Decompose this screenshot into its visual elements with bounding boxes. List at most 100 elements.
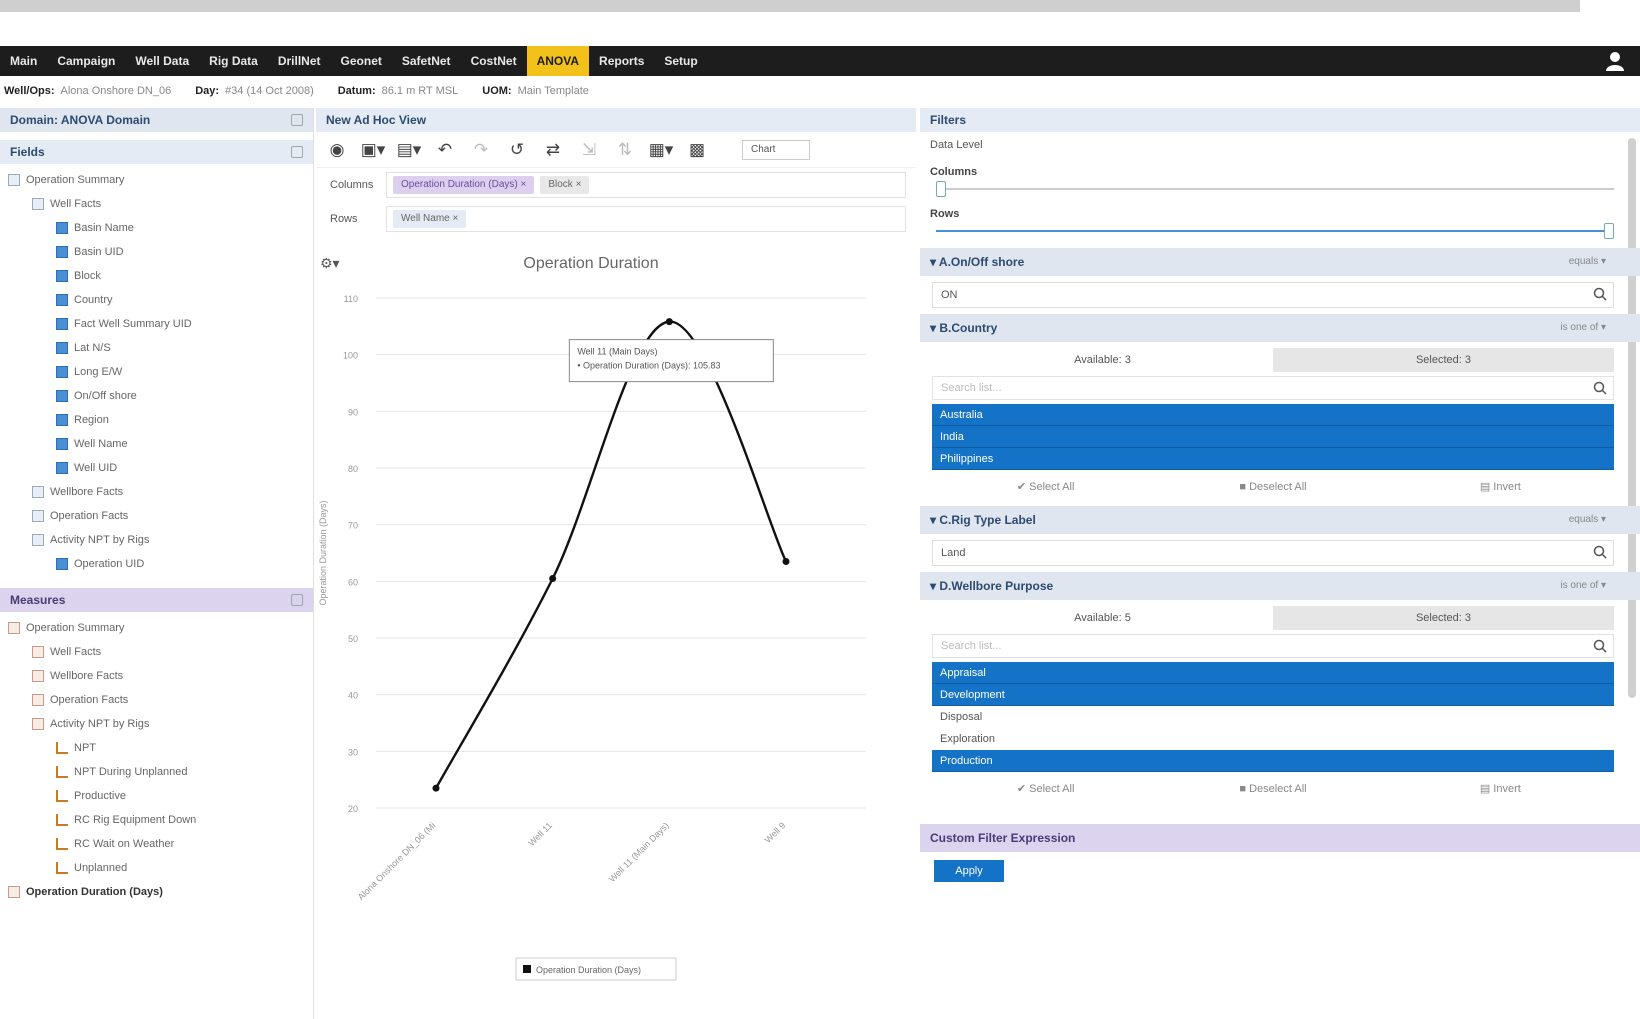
tree-item[interactable]: Country [0, 288, 313, 312]
filter-header[interactable]: ▾ C.Rig Type Label equals ▾ [920, 506, 1640, 534]
day-value[interactable]: #34 (14 Oct 2008) [225, 85, 314, 97]
columns-box[interactable]: Operation Duration (Days) × Block × [386, 172, 906, 198]
tree-item[interactable]: Wellbore Facts [0, 664, 313, 688]
reset-icon[interactable]: ↺ [506, 139, 528, 161]
tree-item[interactable]: Region [0, 408, 313, 432]
menu-item-safetnet[interactable]: SafetNet [392, 46, 461, 76]
menu-item-rig-data[interactable]: Rig Data [199, 46, 268, 76]
slider-knob[interactable] [936, 181, 946, 197]
expand-arrow-icon[interactable]: ▾ [930, 579, 939, 593]
list-item[interactable]: Exploration [932, 728, 1614, 750]
expand-arrow-icon[interactable]: ▾ [930, 513, 939, 527]
tree-item[interactable]: Wellbore Facts [0, 480, 313, 504]
collapse-icon[interactable] [291, 114, 303, 126]
menu-item-campaign[interactable]: Campaign [47, 46, 125, 76]
filter-value-input[interactable]: Land [932, 540, 1614, 566]
slider-knob[interactable] [1604, 223, 1614, 239]
custom-filter-header[interactable]: Custom Filter Expression [920, 824, 1640, 852]
layout-icon[interactable]: ▩ [686, 139, 708, 161]
menu-item-anova[interactable]: ANOVA [526, 46, 590, 76]
tree-item[interactable]: Lat N/S [0, 336, 313, 360]
sort-icon[interactable]: ⇅ [614, 139, 636, 161]
tree-item[interactable]: Block [0, 264, 313, 288]
search-icon[interactable] [1593, 381, 1607, 395]
list-item[interactable]: Australia [932, 404, 1614, 426]
list-item[interactable]: Philippines [932, 448, 1614, 470]
undo-icon[interactable]: ↶ [434, 139, 456, 161]
tree-item[interactable]: Operation Facts [0, 504, 313, 528]
tree-item[interactable]: Operation UID [0, 552, 313, 576]
deselect-all-button[interactable]: ■ Deselect All [1159, 776, 1386, 802]
tree-item[interactable]: Well Facts [0, 192, 313, 216]
well-value[interactable]: Alona Onshore DN_06 [61, 85, 172, 97]
tree-item[interactable]: Unplanned [0, 856, 313, 880]
tree-item[interactable]: RC Wait on Weather [0, 832, 313, 856]
filter-operator[interactable]: is one of ▾ [1560, 572, 1606, 600]
columns-pill[interactable]: Operation Duration (Days) × [393, 176, 535, 194]
filter-header[interactable]: ▾ B.Country is one of ▾ [920, 314, 1640, 342]
apply-button[interactable]: Apply [934, 860, 1004, 882]
collapse-icon[interactable] [291, 594, 303, 606]
list-item[interactable]: Production [932, 750, 1614, 772]
invert-button[interactable]: ▤ Invert [1387, 474, 1614, 500]
list-item[interactable]: Disposal [932, 706, 1614, 728]
filter-operator[interactable]: equals ▾ [1569, 506, 1606, 534]
menu-item-drillnet[interactable]: DrillNet [268, 46, 331, 76]
export-icon[interactable]: ▤▾ [397, 139, 422, 161]
collapse-icon[interactable] [291, 146, 303, 158]
menu-item-setup[interactable]: Setup [654, 46, 707, 76]
list-item[interactable]: Development [932, 684, 1614, 706]
tree-item[interactable]: Long E/W [0, 360, 313, 384]
search-icon[interactable] [1593, 545, 1607, 559]
tree-item[interactable]: Basin UID [0, 240, 313, 264]
chart-options-icon[interactable]: ⚙▾ [320, 256, 340, 272]
tab-selected[interactable]: Selected: 3 [1273, 606, 1614, 630]
filter-operator[interactable]: is one of ▾ [1560, 314, 1606, 342]
tree-item[interactable]: Activity NPT by Rigs [0, 712, 313, 736]
menu-item-reports[interactable]: Reports [589, 46, 654, 76]
tree-item[interactable]: Well UID [0, 456, 313, 480]
rows-level-slider[interactable] [936, 220, 1614, 242]
filter-header[interactable]: ▾ D.Wellbore Purpose is one of ▾ [920, 572, 1640, 600]
rows-box[interactable]: Well Name × [386, 206, 906, 232]
tree-item[interactable]: Activity NPT by Rigs [0, 528, 313, 552]
edit-query-icon[interactable]: ▦▾ [649, 139, 674, 161]
list-item[interactable]: Appraisal [932, 662, 1614, 684]
tree-item[interactable]: On/Off shore [0, 384, 313, 408]
rows-pill[interactable]: Well Name × [393, 210, 467, 228]
user-icon[interactable] [1604, 50, 1626, 72]
tab-available[interactable]: Available: 5 [932, 606, 1273, 630]
invert-button[interactable]: ▤ Invert [1387, 776, 1614, 802]
tab-available[interactable]: Available: 3 [932, 348, 1273, 372]
search-icon[interactable] [1593, 287, 1607, 301]
tree-item[interactable]: NPT [0, 736, 313, 760]
expand-arrow-icon[interactable]: ▾ [930, 255, 939, 269]
tree-item[interactable]: Well Name [0, 432, 313, 456]
uom-value[interactable]: Main Template [518, 85, 589, 97]
switch-axes-icon[interactable]: ⇄ [542, 139, 564, 161]
collapse-all-icon[interactable]: ⇲ [578, 139, 600, 161]
filter-value-input[interactable]: ON [932, 282, 1614, 308]
tree-item[interactable]: Well Facts [0, 640, 313, 664]
select-all-button[interactable]: ✔ Select All [932, 474, 1159, 500]
menu-item-geonet[interactable]: Geonet [331, 46, 392, 76]
tree-item[interactable]: Operation Facts [0, 688, 313, 712]
tree-item[interactable]: Basin Name [0, 216, 313, 240]
expand-arrow-icon[interactable]: ▾ [930, 321, 939, 335]
chart-type-select[interactable]: Chart [742, 139, 810, 160]
columns-level-slider[interactable] [936, 178, 1614, 200]
redo-icon[interactable]: ↷ [470, 139, 492, 161]
menu-item-main[interactable]: Main [0, 46, 47, 76]
display-mode-icon[interactable]: ◉ [326, 139, 348, 161]
tree-item[interactable]: RC Rig Equipment Down [0, 808, 313, 832]
measures-header[interactable]: Measures [0, 588, 313, 612]
tab-selected[interactable]: Selected: 3 [1273, 348, 1614, 372]
tree-item[interactable]: Productive [0, 784, 313, 808]
menu-item-costnet[interactable]: CostNet [461, 46, 527, 76]
columns-pill[interactable]: Block × [540, 176, 590, 194]
search-icon[interactable] [1593, 639, 1607, 653]
list-item[interactable]: India [932, 426, 1614, 448]
deselect-all-button[interactable]: ■ Deselect All [1159, 474, 1386, 500]
list-search-input[interactable]: Search list... [932, 634, 1614, 658]
tree-item[interactable]: Operation Duration (Days) [0, 880, 313, 904]
